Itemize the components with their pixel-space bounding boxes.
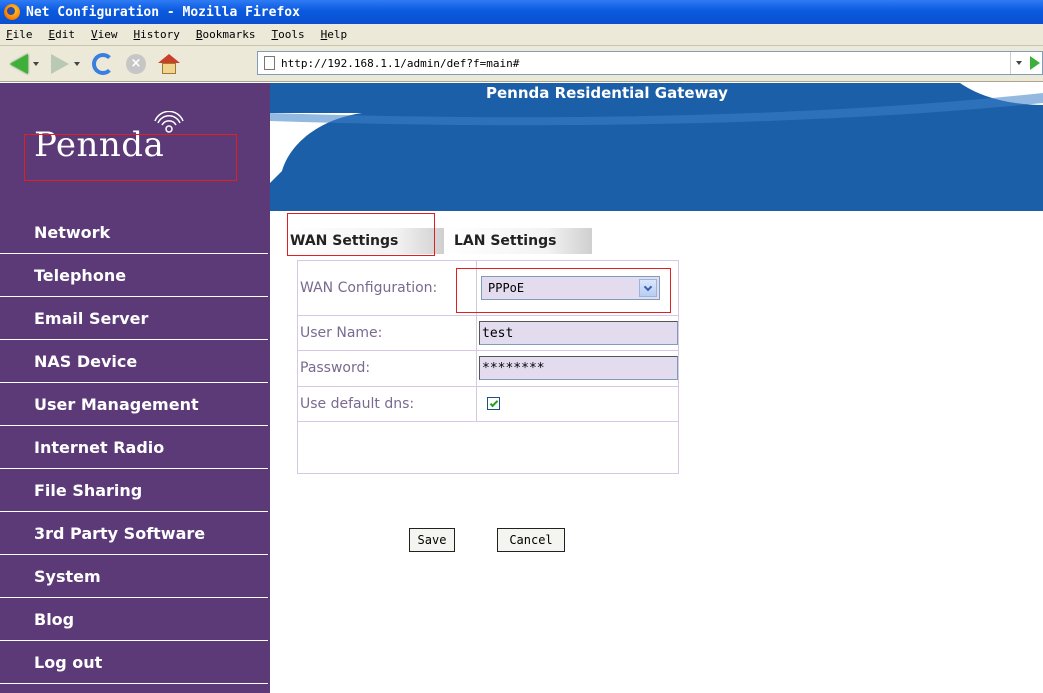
select-dropdown-button[interactable] bbox=[639, 279, 657, 298]
address-bar[interactable]: http://192.168.1.1/admin/def?f=main# bbox=[257, 51, 1043, 75]
username-label: User Name: bbox=[297, 315, 477, 352]
sidebar-item-3rd-party-software[interactable]: 3rd Party Software bbox=[0, 512, 268, 555]
chevron-down-icon bbox=[643, 282, 653, 291]
sidebar-item-label: File Sharing bbox=[34, 480, 143, 500]
sidebar-item-log-out[interactable]: Log out bbox=[0, 641, 268, 684]
menu-edit[interactable]: Edit bbox=[49, 28, 76, 41]
logo-area: Pennda bbox=[0, 83, 270, 211]
save-button[interactable]: Save bbox=[409, 528, 455, 552]
home-icon[interactable] bbox=[158, 53, 180, 74]
sidebar-item-system[interactable]: System bbox=[0, 555, 268, 598]
sidebar-item-nas-device[interactable]: NAS Device bbox=[0, 340, 268, 383]
sidebar-item-label: User Management bbox=[34, 394, 199, 414]
firefox-logo-icon bbox=[4, 4, 20, 20]
username-input[interactable]: test bbox=[479, 321, 678, 346]
sidebar-item-email-server[interactable]: Email Server bbox=[0, 297, 268, 340]
sidebar-nav: Network Telephone Email Server NAS Devic… bbox=[0, 211, 270, 693]
menu-history[interactable]: History bbox=[134, 28, 180, 41]
address-dropdown-button[interactable] bbox=[1010, 52, 1026, 74]
sidebar-item-file-sharing[interactable]: File Sharing bbox=[0, 469, 268, 512]
default-dns-checkbox[interactable] bbox=[487, 397, 500, 411]
tab-lan-settings[interactable]: LAN Settings bbox=[444, 228, 592, 254]
main-content: WAN Settings LAN Settings WAN Configurat… bbox=[270, 211, 1043, 693]
menu-bookmarks[interactable]: Bookmarks bbox=[196, 28, 256, 41]
banner-title: Pennda Residential Gateway bbox=[486, 84, 728, 102]
sidebar-item-label: Log out bbox=[34, 652, 103, 672]
wan-configuration-value: PPPoE bbox=[488, 281, 525, 296]
menu-tools[interactable]: Tools bbox=[271, 28, 304, 41]
menu-view[interactable]: View bbox=[91, 28, 118, 41]
back-arrow-icon bbox=[10, 53, 28, 74]
go-icon[interactable] bbox=[1030, 56, 1040, 70]
sidebar-item-telephone[interactable]: Telephone bbox=[0, 254, 268, 297]
forward-arrow-icon bbox=[51, 53, 69, 74]
sidebar-item-label: Email Server bbox=[34, 308, 149, 328]
default-dns-label: Use default dns: bbox=[297, 385, 477, 422]
sidebar-item-user-management[interactable]: User Management bbox=[0, 383, 268, 426]
sidebar-item-label: 3rd Party Software bbox=[34, 523, 206, 543]
sidebar-item-label: Blog bbox=[34, 609, 75, 629]
forward-button[interactable] bbox=[51, 53, 80, 74]
wan-configuration-select[interactable]: PPPoE bbox=[481, 276, 660, 301]
stop-icon[interactable]: × bbox=[126, 53, 146, 74]
password-label: Password: bbox=[297, 350, 477, 387]
reload-icon[interactable] bbox=[92, 52, 114, 75]
checkmark-icon bbox=[489, 398, 498, 407]
chevron-down-icon bbox=[1015, 61, 1022, 65]
wan-configuration-label: WAN Configuration: bbox=[297, 259, 477, 317]
form-actions bbox=[297, 420, 679, 475]
brand-logo: Pennda bbox=[34, 125, 165, 165]
sidebar-item-label: System bbox=[34, 566, 101, 586]
window-titlebar: Net Configuration - Mozilla Firefox bbox=[0, 0, 1043, 24]
chevron-down-icon bbox=[74, 61, 80, 66]
page-icon bbox=[264, 56, 275, 70]
menu-file[interactable]: File bbox=[6, 28, 33, 41]
sidebar-item-label: Network bbox=[34, 222, 111, 242]
cancel-button[interactable]: Cancel bbox=[497, 528, 565, 552]
back-button[interactable] bbox=[10, 53, 39, 74]
settings-tabs: WAN Settings LAN Settings bbox=[284, 228, 592, 254]
navigation-toolbar: × http://192.168.1.1/admin/def?f=main# bbox=[0, 46, 1043, 82]
header-banner: Pennda Pennda Residential Gateway bbox=[0, 83, 1043, 211]
sidebar-item-label: Telephone bbox=[34, 265, 127, 285]
menu-bar: File Edit View History Bookmarks Tools H… bbox=[0, 24, 1043, 46]
sidebar-item-network[interactable]: Network bbox=[0, 211, 268, 254]
sidebar-item-internet-radio[interactable]: Internet Radio bbox=[0, 426, 268, 469]
sidebar-item-blog[interactable]: Blog bbox=[0, 598, 268, 641]
chevron-down-icon bbox=[33, 61, 39, 66]
page-content: Pennda Pennda Residential Gateway Networ… bbox=[0, 83, 1043, 693]
tab-wan-settings[interactable]: WAN Settings bbox=[284, 228, 444, 254]
window-title: Net Configuration - Mozilla Firefox bbox=[26, 4, 300, 20]
sidebar-item-label: NAS Device bbox=[34, 351, 138, 371]
address-url[interactable]: http://192.168.1.1/admin/def?f=main# bbox=[281, 57, 519, 70]
password-input[interactable]: ******** bbox=[479, 356, 678, 381]
sidebar-item-label: Internet Radio bbox=[34, 437, 165, 457]
wan-settings-form: WAN Configuration: PPPoE User Name: test… bbox=[297, 259, 679, 475]
menu-help[interactable]: Help bbox=[321, 28, 348, 41]
